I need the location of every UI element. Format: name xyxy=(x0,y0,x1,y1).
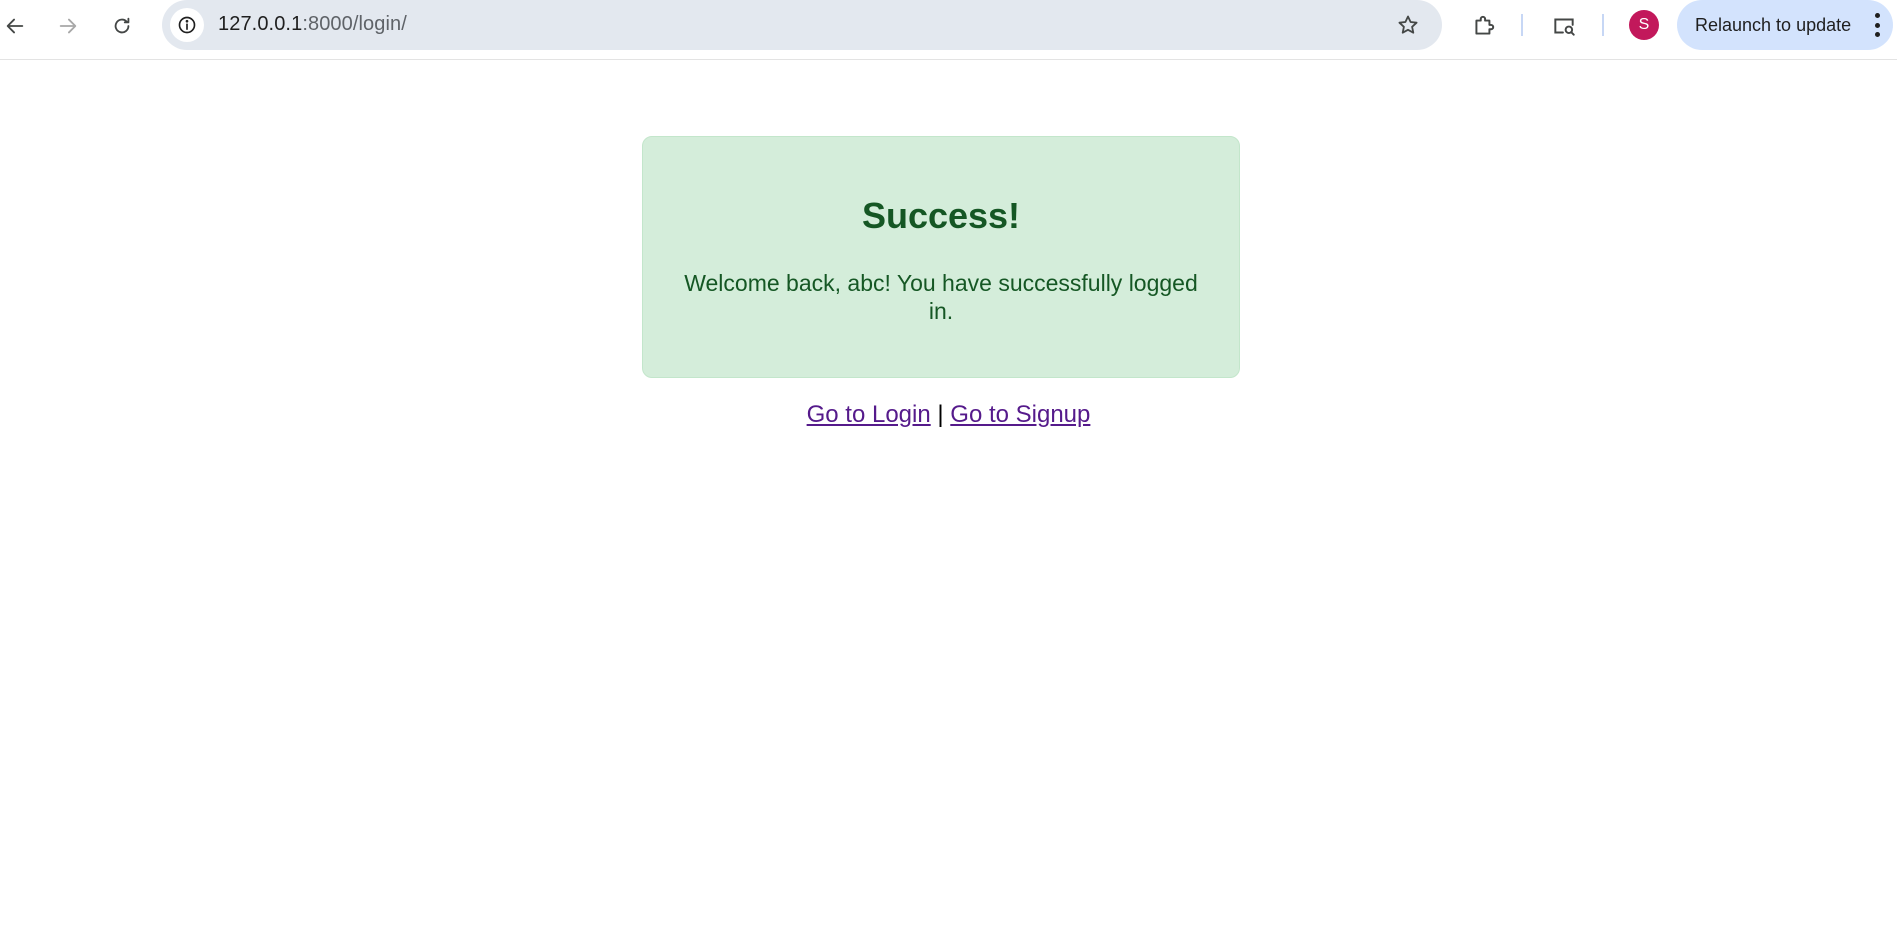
url-text[interactable]: 127.0.0.1:8000/login/ xyxy=(218,13,407,36)
page-content: Success! Welcome back, abc! You have suc… xyxy=(0,60,1897,934)
reload-button[interactable] xyxy=(103,7,141,45)
arrow-right-icon xyxy=(59,18,77,34)
info-icon xyxy=(178,16,196,34)
link-separator: | xyxy=(937,401,944,428)
browser-toolbar: 127.0.0.1:8000/login/ S Relaunch to upda… xyxy=(0,0,1897,60)
success-alert: Success! Welcome back, abc! You have suc… xyxy=(642,136,1240,378)
reload-icon xyxy=(114,17,130,34)
nav-links: Go to Login | Go to Signup xyxy=(0,401,1897,429)
relaunch-label: Relaunch to update xyxy=(1695,14,1852,35)
screen-search-icon xyxy=(1554,18,1575,36)
extensions-button[interactable] xyxy=(1467,9,1501,43)
screen-search-button[interactable] xyxy=(1547,9,1581,43)
success-message: Welcome back, abc! You have successfully… xyxy=(684,270,1198,324)
success-title: Success! xyxy=(861,195,1021,236)
bookmark-button[interactable] xyxy=(1394,11,1422,39)
login-link[interactable]: Go to Login xyxy=(807,401,931,428)
profile-avatar[interactable]: S xyxy=(1629,10,1659,40)
back-button[interactable] xyxy=(0,7,34,45)
puzzle-icon xyxy=(1475,15,1495,35)
url-host: 127.0.0.1 xyxy=(218,13,303,35)
forward-button[interactable] xyxy=(49,7,87,45)
star-icon xyxy=(1398,15,1418,34)
toolbar-separator xyxy=(1521,14,1523,36)
address-bar[interactable]: 127.0.0.1:8000/login/ xyxy=(162,0,1442,50)
arrow-left-icon xyxy=(6,18,24,34)
relaunch-button[interactable]: Relaunch to update xyxy=(1677,0,1893,50)
url-path: :8000/login/ xyxy=(302,13,407,35)
toolbar-separator xyxy=(1602,14,1604,36)
site-info-button[interactable] xyxy=(170,8,204,42)
signup-link[interactable]: Go to Signup xyxy=(950,401,1090,428)
kebab-menu-icon[interactable] xyxy=(1873,13,1881,37)
